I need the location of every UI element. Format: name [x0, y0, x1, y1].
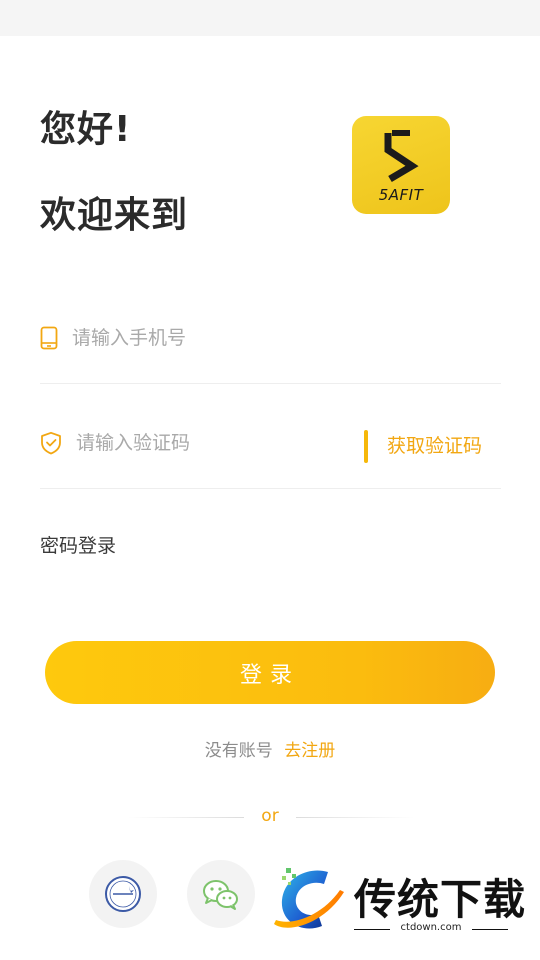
register-prompt: 没有账号	[204, 741, 273, 761]
app-logo: 5AFIT	[352, 116, 450, 214]
verification-code-input[interactable]	[76, 425, 376, 461]
watermark-url: ctdown.com	[354, 922, 508, 933]
shield-check-icon	[41, 431, 61, 455]
greeting-welcome: 欢迎来到	[40, 195, 189, 236]
watermark-logo-icon	[274, 868, 344, 929]
password-login-link[interactable]: 密码登录	[40, 531, 116, 558]
get-code-button[interactable]: 获取验证码	[387, 431, 482, 458]
code-divider	[364, 430, 368, 463]
status-bar	[0, 0, 540, 36]
phone-icon	[40, 326, 58, 350]
wechat-icon	[203, 880, 238, 910]
or-text: or	[261, 806, 279, 826]
code-field-row: 获取验证码	[40, 385, 501, 489]
or-divider-right	[296, 817, 414, 818]
register-link[interactable]: 去注册	[284, 741, 335, 761]
greeting-hello: 您好!	[40, 109, 132, 150]
watermark-title: 传统下载	[354, 875, 527, 924]
armor-login-button[interactable]	[89, 860, 157, 928]
phone-input[interactable]	[72, 320, 372, 356]
login-button[interactable]: 登录	[45, 641, 495, 704]
wechat-login-button[interactable]	[187, 860, 255, 928]
logo-text: 5AFIT	[378, 186, 424, 204]
watermark-overlay: 传统下载 ctdown.com	[268, 862, 528, 940]
armor-logo-icon	[105, 876, 141, 912]
phone-field-row	[40, 280, 501, 384]
register-row: 没有账号 去注册	[0, 736, 540, 761]
